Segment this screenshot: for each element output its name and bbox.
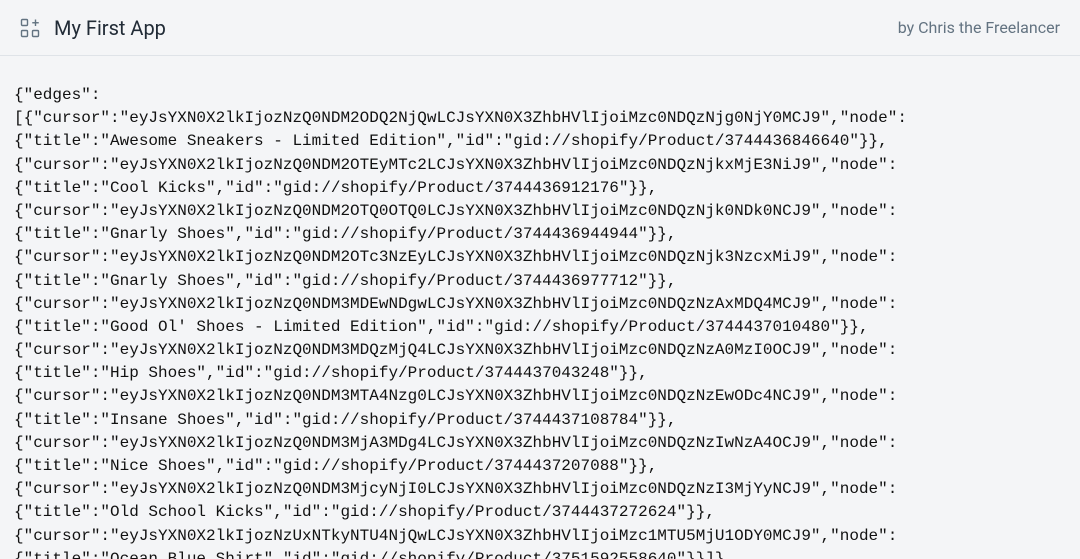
apps-icon[interactable] xyxy=(20,18,40,38)
app-header: My First App by Chris the Freelancer xyxy=(0,0,1080,56)
app-title: My First App xyxy=(54,16,166,40)
response-json-output: {"edges": [{"cursor":"eyJsYXN0X2lkIjozNz… xyxy=(0,72,1080,559)
app-byline: by Chris the Freelancer xyxy=(898,18,1060,37)
header-left: My First App xyxy=(20,16,166,40)
